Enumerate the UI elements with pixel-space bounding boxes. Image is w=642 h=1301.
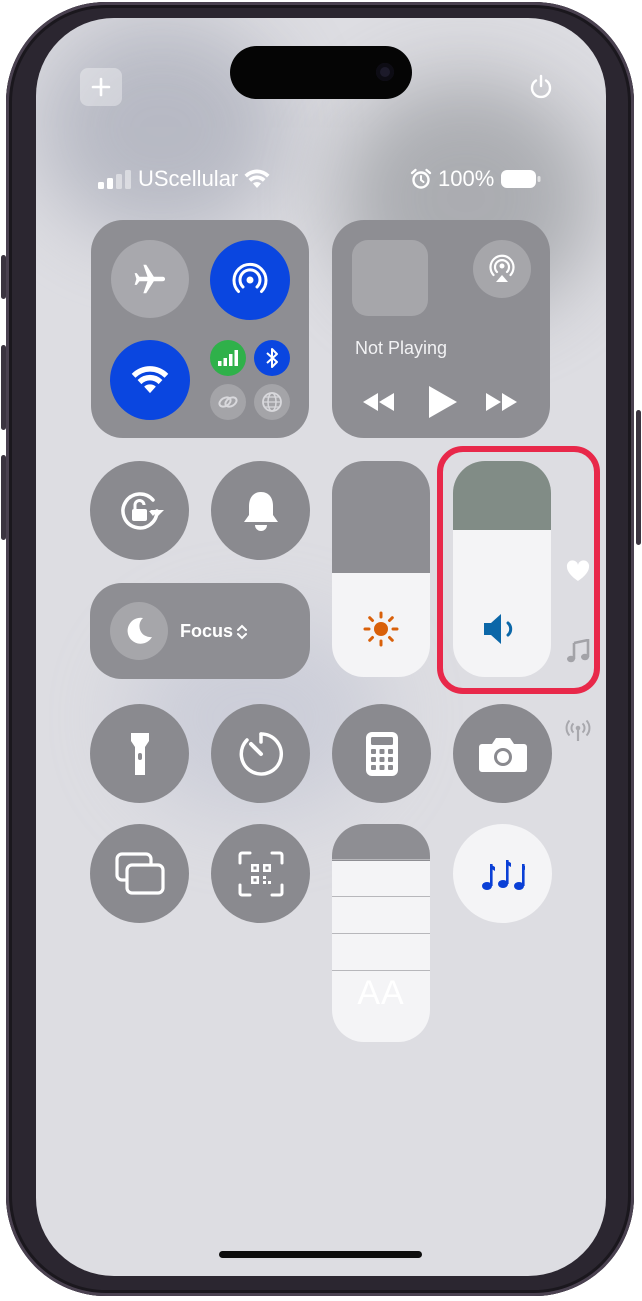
bluetooth-icon	[266, 348, 278, 368]
text-size-label: AA	[357, 974, 405, 1012]
add-control-button[interactable]	[80, 68, 122, 106]
action-button	[1, 255, 6, 299]
airplay-icon	[489, 254, 515, 282]
text-size-step-divider	[332, 896, 430, 897]
timer-icon	[239, 731, 283, 776]
screen-mirroring-icon	[114, 851, 165, 895]
fast-forward-icon	[486, 393, 517, 411]
status-right: 100%	[410, 166, 542, 192]
rewind-button[interactable]	[360, 388, 398, 416]
battery-icon	[501, 170, 541, 188]
music-indicator	[564, 638, 592, 666]
control-center-screen: UScellular 100% Not Playing Focus AA	[36, 18, 606, 1276]
airdrop-toggle[interactable]	[210, 240, 290, 320]
focus-button[interactable]: Focus	[90, 583, 310, 679]
calculator-icon	[365, 731, 398, 776]
link-icon	[218, 396, 238, 408]
heart-indicator	[564, 558, 592, 584]
home-indicator[interactable]	[219, 1251, 422, 1258]
qr-code-icon	[238, 851, 283, 896]
airdrop-icon	[232, 262, 268, 293]
hotspot-toggle[interactable]	[210, 384, 246, 420]
power-icon	[530, 74, 552, 99]
focus-moon-circle	[110, 602, 168, 660]
cellular-signal-icon	[98, 170, 131, 189]
fast-forward-button[interactable]	[482, 388, 520, 416]
music-note-icon	[567, 639, 590, 663]
front-camera	[376, 63, 394, 81]
focus-label: Focus	[180, 621, 234, 641]
silent-mode-toggle[interactable]	[211, 461, 310, 560]
heart-icon	[566, 560, 590, 581]
wifi-status-icon	[244, 169, 270, 188]
bell-icon	[243, 491, 278, 531]
wifi-icon	[131, 366, 169, 394]
antenna-icon	[565, 719, 591, 741]
flashlight-icon	[130, 732, 149, 775]
timer-button[interactable]	[211, 704, 310, 803]
moon-icon	[127, 617, 152, 644]
vpn-toggle[interactable]	[254, 384, 290, 420]
calculator-button[interactable]	[332, 704, 431, 803]
cellular-data-toggle[interactable]	[210, 340, 246, 376]
screen-mirroring-button[interactable]	[90, 824, 189, 923]
airplay-button[interactable]	[473, 240, 531, 298]
power-button	[636, 410, 641, 545]
brightness-slider[interactable]	[332, 461, 430, 677]
text-size-step-divider	[332, 970, 430, 971]
text-size-slider-fill	[332, 824, 430, 862]
music-recognition-button[interactable]	[453, 824, 552, 923]
carrier-name: UScellular	[138, 166, 239, 191]
camera-button[interactable]	[453, 704, 552, 803]
dynamic-island	[230, 46, 412, 99]
airplane-mode-toggle[interactable]	[111, 240, 189, 318]
flashlight-button[interactable]	[90, 704, 189, 803]
album-artwork	[352, 240, 428, 316]
globe-icon	[262, 392, 282, 412]
rewind-icon	[363, 393, 394, 411]
cellular-icon	[218, 350, 238, 366]
wifi-toggle[interactable]	[110, 340, 190, 420]
play-icon	[429, 386, 457, 418]
status-left: UScellular	[98, 166, 270, 192]
camera-icon	[478, 737, 527, 772]
play-button[interactable]	[422, 382, 462, 422]
volume-down-button	[1, 455, 6, 540]
volume-up-button	[1, 345, 6, 430]
sun-icon	[363, 611, 399, 647]
alarm-icon	[410, 168, 432, 189]
text-size-step-divider	[332, 859, 430, 860]
text-size-slider[interactable]: AA	[332, 824, 430, 1042]
power-button-cc[interactable]	[525, 70, 557, 104]
orientation-lock-toggle[interactable]	[90, 461, 189, 560]
music-recognition-icon	[481, 859, 525, 890]
antenna-indicator	[564, 718, 592, 744]
text-size-step-divider	[332, 933, 430, 934]
now-playing-text: Not Playing	[355, 338, 448, 358]
plus-icon	[91, 77, 111, 97]
chevron-updown-icon	[237, 624, 247, 640]
rotation-lock-icon	[120, 491, 164, 530]
airplane-icon	[134, 264, 166, 294]
code-scanner-button[interactable]	[211, 824, 310, 923]
brightness-slider-fill	[332, 461, 430, 574]
battery-percent: 100%	[438, 166, 495, 191]
bluetooth-toggle[interactable]	[254, 340, 290, 376]
